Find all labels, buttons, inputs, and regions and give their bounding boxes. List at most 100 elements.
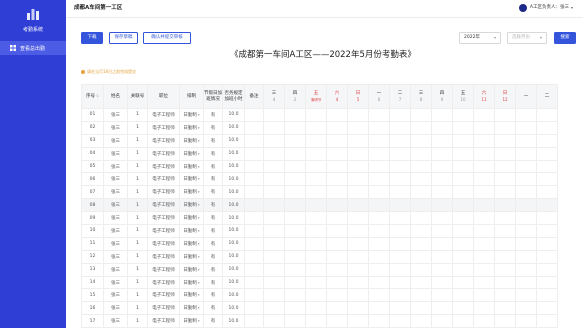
cell-day[interactable] [410,198,432,213]
cell-day[interactable] [410,185,432,200]
cell-day[interactable] [536,159,558,174]
cell-day[interactable] [494,185,516,200]
cell-day[interactable] [494,108,516,122]
cell-day[interactable] [326,224,348,238]
cell-day[interactable] [368,211,390,226]
cell-day[interactable] [389,249,411,264]
cell-day[interactable] [452,301,474,316]
cell-day[interactable] [389,198,411,213]
cell-remark[interactable] [244,172,264,187]
cell-day[interactable] [263,159,285,174]
user-menu[interactable]: A工区负责人：张三 ▾ [518,4,573,12]
confirm-submit-button[interactable]: 确认并提交审核 [143,32,191,44]
cell-day[interactable] [368,146,390,161]
cell-day[interactable] [473,198,495,213]
cell-day[interactable] [515,262,537,277]
cell-day[interactable] [431,198,453,213]
cell-remark[interactable] [244,146,264,161]
table-row[interactable]: 05 张三 1 电子工程师 日勤制▾ 有 10.0 [81,159,558,174]
cell-day[interactable] [326,236,348,251]
table-row[interactable]: 11 张三 1 电子工程师 日勤制▾ 有 10.0 [81,236,558,251]
cell-day[interactable] [347,172,369,187]
cell-day[interactable] [473,288,495,303]
col-header-no[interactable]: 序号 ⇅ [81,84,104,109]
shift-select[interactable]: 日勤制▾ [179,249,204,264]
cell-day[interactable] [410,236,432,251]
cell-day[interactable] [473,211,495,226]
cell-day[interactable] [284,198,306,213]
cell-day[interactable] [347,211,369,226]
cell-day[interactable] [494,211,516,226]
cell-day[interactable] [368,275,390,290]
cell-day[interactable] [410,108,432,122]
cell-remark[interactable] [244,120,264,135]
cell-day[interactable] [410,146,432,161]
shift-select[interactable]: 日勤制▾ [179,108,204,122]
cell-day[interactable] [305,275,327,290]
download-button[interactable]: 下载 [81,32,103,44]
cell-day[interactable] [473,120,495,135]
cell-day[interactable] [389,314,411,328]
cell-day[interactable] [431,133,453,148]
cell-day[interactable] [452,108,474,122]
cell-day[interactable] [473,224,495,238]
shift-select[interactable]: 日勤制▾ [179,133,204,148]
cell-day[interactable] [347,198,369,213]
cell-day[interactable] [536,133,558,148]
cell-day[interactable] [452,133,474,148]
cell-day[interactable] [494,224,516,238]
cell-day[interactable] [368,249,390,264]
cell-day[interactable] [515,301,537,316]
cell-day[interactable] [473,108,495,122]
cell-day[interactable] [389,301,411,316]
cell-day[interactable] [263,236,285,251]
cell-day[interactable] [536,172,558,187]
cell-day[interactable] [536,275,558,290]
cell-remark[interactable] [244,301,264,316]
cell-day[interactable] [368,133,390,148]
cell-day[interactable] [389,133,411,148]
table-row[interactable]: 08 张三 1 电子工程师 日勤制▾ 有 10.0 [81,198,558,213]
cell-day[interactable] [305,262,327,277]
cell-day[interactable] [326,159,348,174]
cell-day[interactable] [326,288,348,303]
cell-day[interactable] [452,224,474,238]
cell-day[interactable] [326,198,348,213]
shift-select[interactable]: 日勤制▾ [179,120,204,135]
cell-day[interactable] [494,236,516,251]
cell-day[interactable] [263,262,285,277]
cell-day[interactable] [326,211,348,226]
cell-remark[interactable] [244,185,264,200]
cell-day[interactable] [431,224,453,238]
cell-remark[interactable] [244,262,264,277]
table-row[interactable]: 02 张三 1 电子工程师 日勤制▾ 有 10.0 [81,120,558,135]
cell-day[interactable] [305,288,327,303]
cell-day[interactable] [263,120,285,135]
table-row[interactable]: 15 张三 1 电子工程师 日勤制▾ 有 10.0 [81,288,558,303]
cell-day[interactable] [284,211,306,226]
search-button[interactable]: 搜索 [554,32,576,44]
cell-day[interactable] [473,159,495,174]
cell-day[interactable] [263,146,285,161]
cell-day[interactable] [326,120,348,135]
cell-day[interactable] [284,159,306,174]
cell-day[interactable] [431,301,453,316]
cell-day[interactable] [410,133,432,148]
cell-remark[interactable] [244,275,264,290]
cell-day[interactable] [389,262,411,277]
cell-day[interactable] [389,224,411,238]
cell-day[interactable] [515,120,537,135]
cell-day[interactable] [305,236,327,251]
cell-day[interactable] [536,262,558,277]
cell-day[interactable] [515,198,537,213]
cell-day[interactable] [305,224,327,238]
cell-day[interactable] [431,159,453,174]
cell-day[interactable] [305,159,327,174]
cell-day[interactable] [305,172,327,187]
cell-day[interactable] [473,146,495,161]
cell-day[interactable] [494,314,516,328]
cell-day[interactable] [347,133,369,148]
cell-day[interactable] [368,198,390,213]
cell-remark[interactable] [244,236,264,251]
table-row[interactable]: 04 张三 1 电子工程师 日勤制▾ 有 10.0 [81,146,558,161]
